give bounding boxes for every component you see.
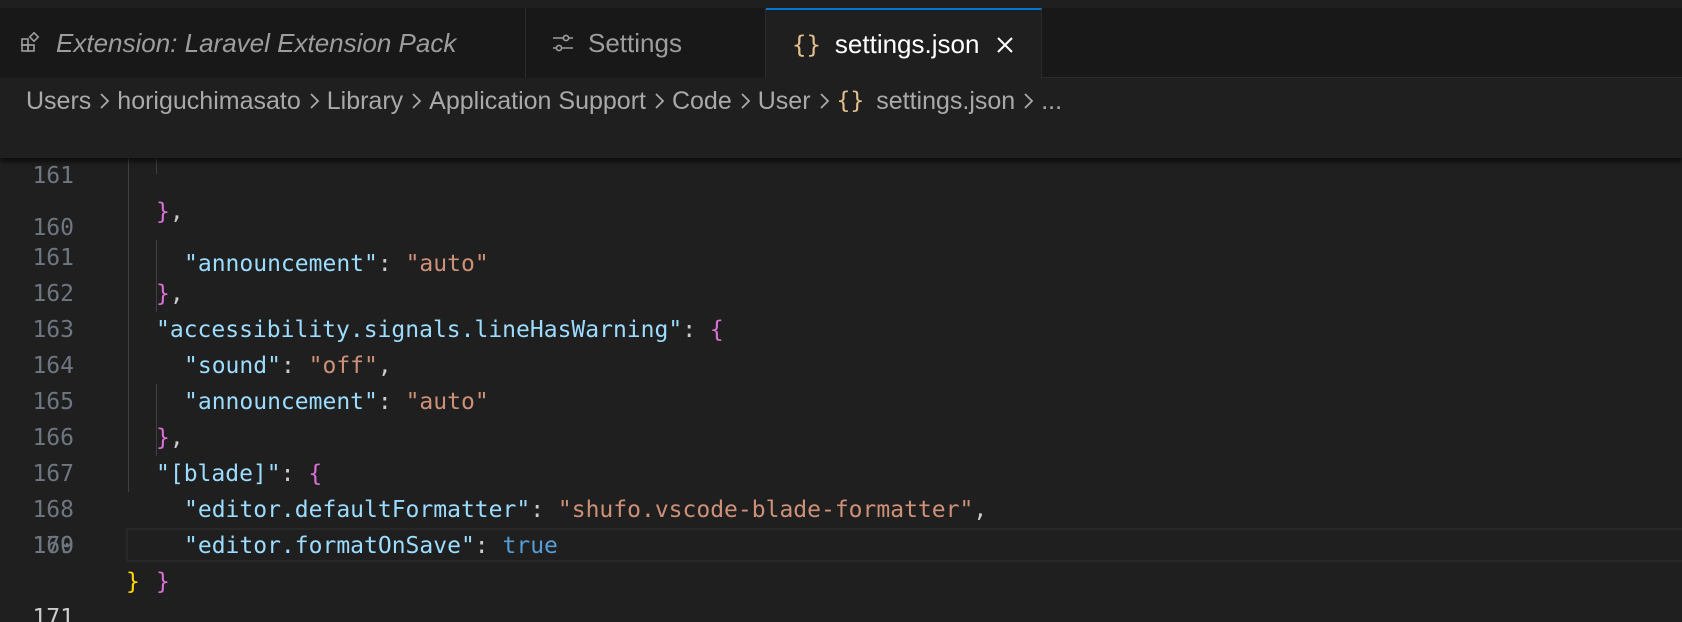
tab-label: settings.json <box>834 29 980 59</box>
current-line-highlight <box>126 528 1682 562</box>
breadcrumb: Users horiguchimasato Library Applicatio… <box>26 80 1062 122</box>
tab-settings-json[interactable]: {} settings.json <box>766 8 1042 79</box>
tab-label: Extension: Laravel Extension Pack <box>56 27 457 58</box>
breadcrumb-more[interactable]: ... <box>1041 87 1062 116</box>
tab-extension-laravel[interactable]: Extension: Laravel Extension Pack <box>0 8 526 78</box>
code-line-current: 171 <box>0 528 1682 622</box>
chevron-right-icon <box>1021 91 1035 111</box>
code-line: 164 "announcement": "auto" <box>0 276 1682 415</box>
chevron-right-icon <box>409 91 423 111</box>
breadcrumb-item[interactable]: horiguchimasato <box>117 87 300 116</box>
code-line: 165 }, <box>0 312 1682 451</box>
close-icon[interactable] <box>995 35 1015 55</box>
breadcrumb-item[interactable]: Library <box>327 87 403 116</box>
extensions-icon <box>20 32 42 54</box>
breadcrumb-file[interactable]: settings.json <box>876 87 1015 116</box>
code-line: 162 "accessibility.signals.lineHasWarnin… <box>0 204 1682 343</box>
breadcrumb-item[interactable]: User <box>758 87 811 116</box>
breadcrumb-item[interactable]: Application Support <box>429 87 646 116</box>
code-line: 170 } <box>0 492 1682 595</box>
chevron-right-icon <box>652 91 666 111</box>
tab-label: Settings <box>588 27 682 58</box>
sticky-scroll-line[interactable]: 161 }, <box>0 122 1682 225</box>
breadcrumb-item[interactable]: Code <box>672 87 732 116</box>
chevron-right-icon <box>97 91 111 111</box>
code-text: }, <box>156 199 184 225</box>
code-editor[interactable]: 161 }, 160 "announcement": "auto" 161 },… <box>0 122 1682 622</box>
code-line: 169 } <box>0 456 1682 595</box>
json-braces-icon: {} <box>792 30 821 59</box>
settings-sliders-icon <box>552 33 574 53</box>
code-line: 167 "editor.defaultFormatter": "shufo.vs… <box>0 384 1682 523</box>
chevron-right-icon <box>738 91 752 111</box>
editor-tab-bar: Extension: Laravel Extension Pack Settin… <box>0 0 1682 79</box>
chevron-right-icon <box>817 91 831 111</box>
chevron-right-icon <box>307 91 321 111</box>
tab-settings[interactable]: Settings <box>526 8 766 78</box>
title-area-strip <box>0 0 1682 8</box>
breadcrumb-item[interactable]: Users <box>26 87 91 116</box>
code-line: 166 "[blade]": { <box>0 348 1682 487</box>
code-line: 163 "sound": "off", <box>0 240 1682 379</box>
json-braces-icon: {} <box>836 88 865 114</box>
code-line: 168 "editor.formatOnSave": true <box>0 420 1682 559</box>
line-number: 171 <box>32 605 74 622</box>
line-number: 161 <box>32 163 74 189</box>
code-line: 161 }, <box>0 168 1682 307</box>
